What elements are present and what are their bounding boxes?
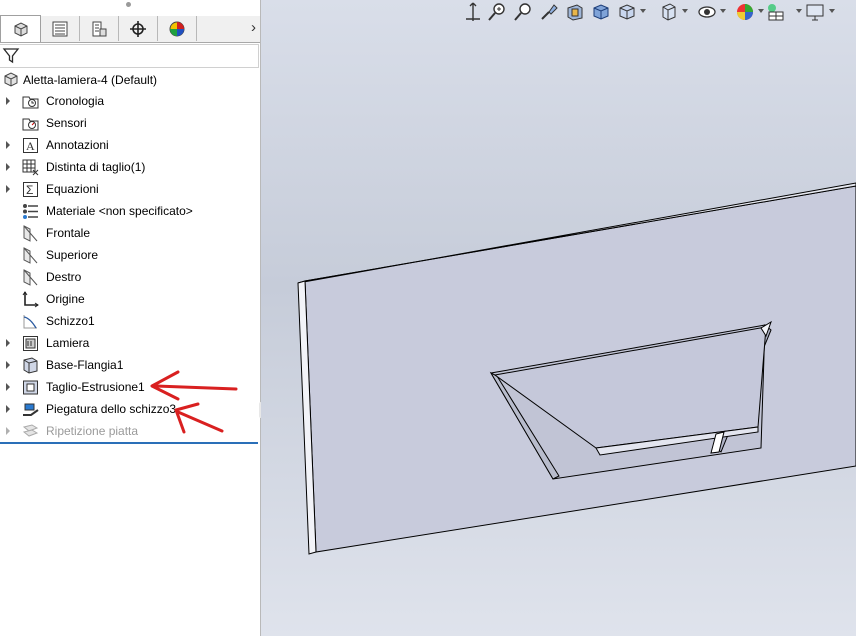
expand-arrow-icon[interactable]	[6, 383, 12, 391]
tree-item-annotazioni[interactable]: A Annotazioni	[0, 134, 260, 156]
expand-arrow-icon[interactable]	[6, 427, 12, 435]
dimxpertmanager-icon	[129, 20, 146, 37]
tree-item-lamiera[interactable]: Lamiera	[0, 332, 260, 354]
plane-icon	[23, 225, 38, 242]
graphics-area[interactable]	[261, 0, 856, 636]
tree-item-base-flangia1[interactable]: Base-Flangia1	[0, 354, 260, 376]
part-name-label: Aletta-lamiera-4 (Default)	[23, 73, 158, 87]
expand-arrow-icon[interactable]	[6, 361, 12, 369]
extruded-cut-icon	[23, 380, 38, 395]
tree-item-label: Piegatura dello schizzo3	[46, 402, 177, 416]
tree-item-sensori[interactable]: Sensori	[0, 112, 260, 134]
displaymanager-icon	[169, 21, 184, 36]
propertymanager-icon	[52, 21, 67, 36]
expand-arrow-icon[interactable]	[6, 97, 12, 105]
history-folder-icon	[22, 96, 39, 109]
tree-item-label: Schizzo1	[46, 314, 95, 328]
tab-propertymanager[interactable]	[40, 16, 80, 41]
annotations-icon: A	[23, 138, 38, 153]
plane-icon	[23, 247, 38, 264]
origin-icon	[22, 291, 39, 308]
sheet-metal-icon	[23, 336, 38, 351]
sensors-folder-icon	[22, 118, 39, 131]
featuremanager-tree-icon	[14, 22, 27, 37]
tree-item-label: Lamiera	[46, 336, 90, 350]
material-icon	[23, 204, 38, 219]
svg-text:A: A	[26, 139, 35, 153]
tree-item-label: Annotazioni	[46, 138, 109, 152]
tree-item-label: Origine	[46, 292, 85, 306]
tree-item-ripetizione-piatta[interactable]: Ripetizione piatta	[0, 420, 260, 442]
panel-grip-icon[interactable]	[126, 2, 131, 7]
tree-item-equazioni[interactable]: Σ Equazioni	[0, 178, 260, 200]
tab-displaymanager[interactable]	[157, 16, 197, 41]
tree-item-label: Frontale	[46, 226, 91, 240]
expand-arrow-icon[interactable]	[6, 185, 12, 193]
sketched-bend-icon	[23, 403, 39, 416]
tree-item-label: Materiale <non specificato>	[46, 204, 193, 218]
cut-list-icon	[22, 159, 39, 176]
tab-featuremanager[interactable]	[0, 15, 41, 42]
filter-icon	[2, 48, 20, 64]
configurationmanager-icon	[92, 21, 106, 36]
tree-item-origine[interactable]: Origine	[0, 288, 260, 310]
tree-item-piegatura-dello-schizzo3[interactable]: Piegatura dello schizzo3	[0, 398, 260, 420]
plane-icon	[23, 269, 38, 286]
equations-icon: Σ	[23, 182, 38, 197]
tree-item-label: Taglio-Estrusione1	[46, 380, 145, 394]
tree-root-part[interactable]: Aletta-lamiera-4 (Default)	[0, 68, 260, 90]
sheet-metal-part-model[interactable]	[261, 0, 856, 636]
tab-dimxpertmanager[interactable]	[118, 16, 158, 41]
tree-item-label: Destro	[46, 270, 82, 284]
featuremanager-panel: › Aletta-lamiera-4 (Default) Cronologia …	[0, 0, 261, 636]
expand-arrow-icon[interactable]	[6, 339, 12, 347]
tree-item-taglio-estrusione1[interactable]: Taglio-Estrusione1	[0, 376, 260, 398]
tree-item-distinta-di-taglio[interactable]: Distinta di taglio(1)	[0, 156, 260, 178]
tab-scroll-right-icon[interactable]: ›	[251, 20, 256, 36]
tree-item-label: Base-Flangia1	[46, 358, 124, 372]
tree-item-label: Cronologia	[46, 94, 105, 108]
expand-arrow-icon[interactable]	[6, 141, 12, 149]
svg-text:Σ: Σ	[26, 183, 33, 197]
tree-item-label: Equazioni	[46, 182, 99, 196]
part-icon	[4, 72, 18, 87]
flat-pattern-icon	[22, 424, 39, 437]
tree-filter-field[interactable]	[0, 44, 259, 68]
rollback-bar[interactable]	[0, 442, 258, 444]
tree-item-superiore[interactable]: Superiore	[0, 244, 260, 266]
tree-item-materiale[interactable]: Materiale <non specificato>	[0, 200, 260, 222]
tree-item-schizzo1[interactable]: Schizzo1	[0, 310, 260, 332]
expand-arrow-icon[interactable]	[6, 405, 12, 413]
tree-item-label: Sensori	[46, 116, 87, 130]
tree-item-label: Distinta di taglio(1)	[46, 160, 146, 174]
tree-item-frontale[interactable]: Frontale	[0, 222, 260, 244]
sketch-icon	[23, 315, 37, 329]
tree-item-destro[interactable]: Destro	[0, 266, 260, 288]
manager-tab-bar: ›	[0, 15, 260, 43]
tab-configurationmanager[interactable]	[79, 16, 119, 41]
tree-item-cronologia[interactable]: Cronologia	[0, 90, 260, 112]
expand-arrow-icon[interactable]	[6, 163, 12, 171]
tree-item-label: Superiore	[46, 248, 99, 262]
base-flange-icon	[23, 357, 38, 374]
tree-item-label: Ripetizione piatta	[46, 424, 139, 438]
